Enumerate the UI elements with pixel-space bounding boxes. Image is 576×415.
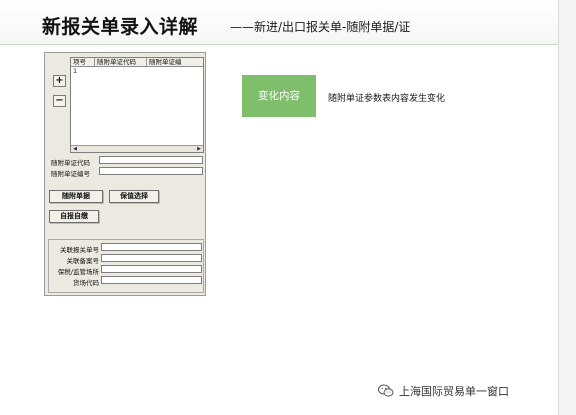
table-row[interactable]: 1 [71,67,203,75]
slide-header: 新报关单录入详解 ——新进/出口报关单-随附单据/证 [0,0,576,44]
self-report-button[interactable]: 自报自缴 [49,210,99,223]
change-description: 随附单证参数表内容发生变化 [328,94,446,104]
slide-title: 新报关单录入详解 [42,16,199,38]
table-cell: 1 [73,67,78,75]
remove-row-button[interactable]: − [53,95,66,107]
scroll-left-icon[interactable]: ◀ [71,146,79,152]
scroll-right-icon[interactable]: ▶ [195,146,203,152]
column-header-doc-code[interactable]: 随附单证代码 [95,58,147,66]
column-header-doc-number[interactable]: 随附单证编 [147,58,203,66]
slide-subtitle: ——新进/出口报关单-随附单据/证 [230,20,411,34]
footer-text: 上海国际贸易单一窗口 [399,385,509,398]
related-declaration-field[interactable] [101,243,202,251]
related-info-group: 关联报关单号 关联备案号 保税/监管场所 货场代码 [48,239,204,293]
related-declaration-label: 关联报关单号 [60,246,99,254]
bonded-site-field[interactable] [101,265,202,273]
header-divider [0,44,560,45]
window-edge [558,0,576,415]
attached-documents-panel: + − 项号 随附单证代码 随附单证编 1 ◀ ▶ 随附单证代码 随附单证编号 … [44,52,206,296]
related-record-label: 关联备案号 [66,257,100,265]
grid-header: 项号 随附单证代码 随附单证编 [71,58,203,67]
add-row-button[interactable]: + [53,75,66,87]
column-header-item-no[interactable]: 项号 [71,58,95,66]
guarantee-select-button[interactable]: 保值选择 [109,190,159,203]
change-content-box: 变化内容 [242,75,316,117]
doc-number-field[interactable] [99,167,203,175]
attached-docs-button[interactable]: 随附单据 [49,190,103,203]
footer-watermark: 上海国际贸易单一窗口 [378,383,509,399]
doc-number-label: 随附单证编号 [51,170,90,178]
wechat-icon [378,384,394,397]
horizontal-scrollbar[interactable]: ◀ ▶ [71,145,203,152]
yard-code-field[interactable] [101,276,202,284]
bonded-site-label: 保税/监管场所 [57,268,99,276]
related-record-field[interactable] [101,254,202,262]
yard-code-label: 货场代码 [73,279,99,287]
attached-documents-grid[interactable]: 项号 随附单证代码 随附单证编 1 ◀ ▶ [70,57,204,153]
doc-code-label: 随附单证代码 [51,159,90,167]
doc-code-field[interactable] [99,156,203,164]
